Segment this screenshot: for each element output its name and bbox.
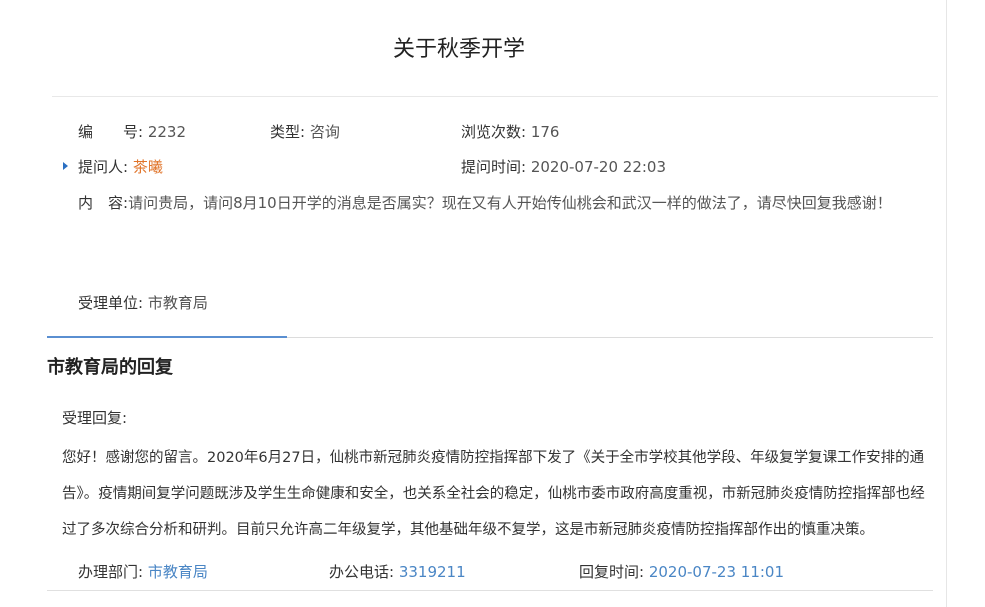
phone-field: 办公电话: 3319211 <box>329 562 466 582</box>
phone-value: 3319211 <box>398 563 466 581</box>
ask-time-value: 2020-07-20 22:03 <box>530 158 667 176</box>
views-field: 浏览次数: 176 <box>461 122 559 142</box>
asker-field: 提问人: 茶曦 <box>78 157 163 177</box>
handler-field: 办理部门: 市教育局 <box>78 562 208 582</box>
ask-time-field: 提问时间: 2020-07-20 22:03 <box>461 157 666 177</box>
phone-label: 办公电话: <box>329 563 395 581</box>
content-value: 请问贵局，请问8月10日开学的消息是否属实？现在又有人开始传仙桃会和武汉一样的做… <box>128 194 892 212</box>
views-label: 浏览次数: <box>461 123 527 141</box>
dept-field: 受理单位: 市教育局 <box>78 293 208 313</box>
active-tab-indicator <box>47 336 287 338</box>
question-content: 内 容:请问贵局，请问8月10日开学的消息是否属实？现在又有人开始传仙桃会和武汉… <box>78 188 933 218</box>
handler-label: 办理部门: <box>78 563 144 581</box>
reply-section-title: 市教育局的回复 <box>47 357 173 378</box>
views-value: 176 <box>530 123 560 141</box>
number-field: 编 号: 2232 <box>78 122 186 142</box>
type-field: 类型: 咨询 <box>270 122 340 142</box>
content-label: 内 容: <box>78 194 129 212</box>
triangle-right-icon <box>63 162 68 170</box>
dept-label: 受理单位: <box>78 294 144 312</box>
reply-time-field: 回复时间: 2020-07-23 11:01 <box>579 562 784 582</box>
reply-label: 受理回复: <box>62 409 128 427</box>
footer-divider <box>47 590 933 591</box>
number-value: 2232 <box>147 123 187 141</box>
page-title: 关于秋季开学 <box>392 37 525 62</box>
dept-value: 市教育局 <box>147 294 208 312</box>
type-value: 咨询 <box>309 123 340 141</box>
reply-text: 您好！感谢您的留言。2020年6月27日，仙桃市新冠肺炎疫情防控指挥部下发了《关… <box>62 450 925 538</box>
number-label: 编 号: <box>78 123 144 141</box>
type-label: 类型: <box>270 123 306 141</box>
ask-time-label: 提问时间: <box>461 158 527 176</box>
handler-value: 市教育局 <box>147 563 208 581</box>
title-divider <box>52 96 938 97</box>
reply-time-label: 回复时间: <box>579 563 645 581</box>
asker-value[interactable]: 茶曦 <box>133 158 163 176</box>
asker-label: 提问人: <box>78 158 129 176</box>
page-border-line <box>946 0 947 607</box>
reply-time-value: 2020-07-23 11:01 <box>648 563 785 581</box>
